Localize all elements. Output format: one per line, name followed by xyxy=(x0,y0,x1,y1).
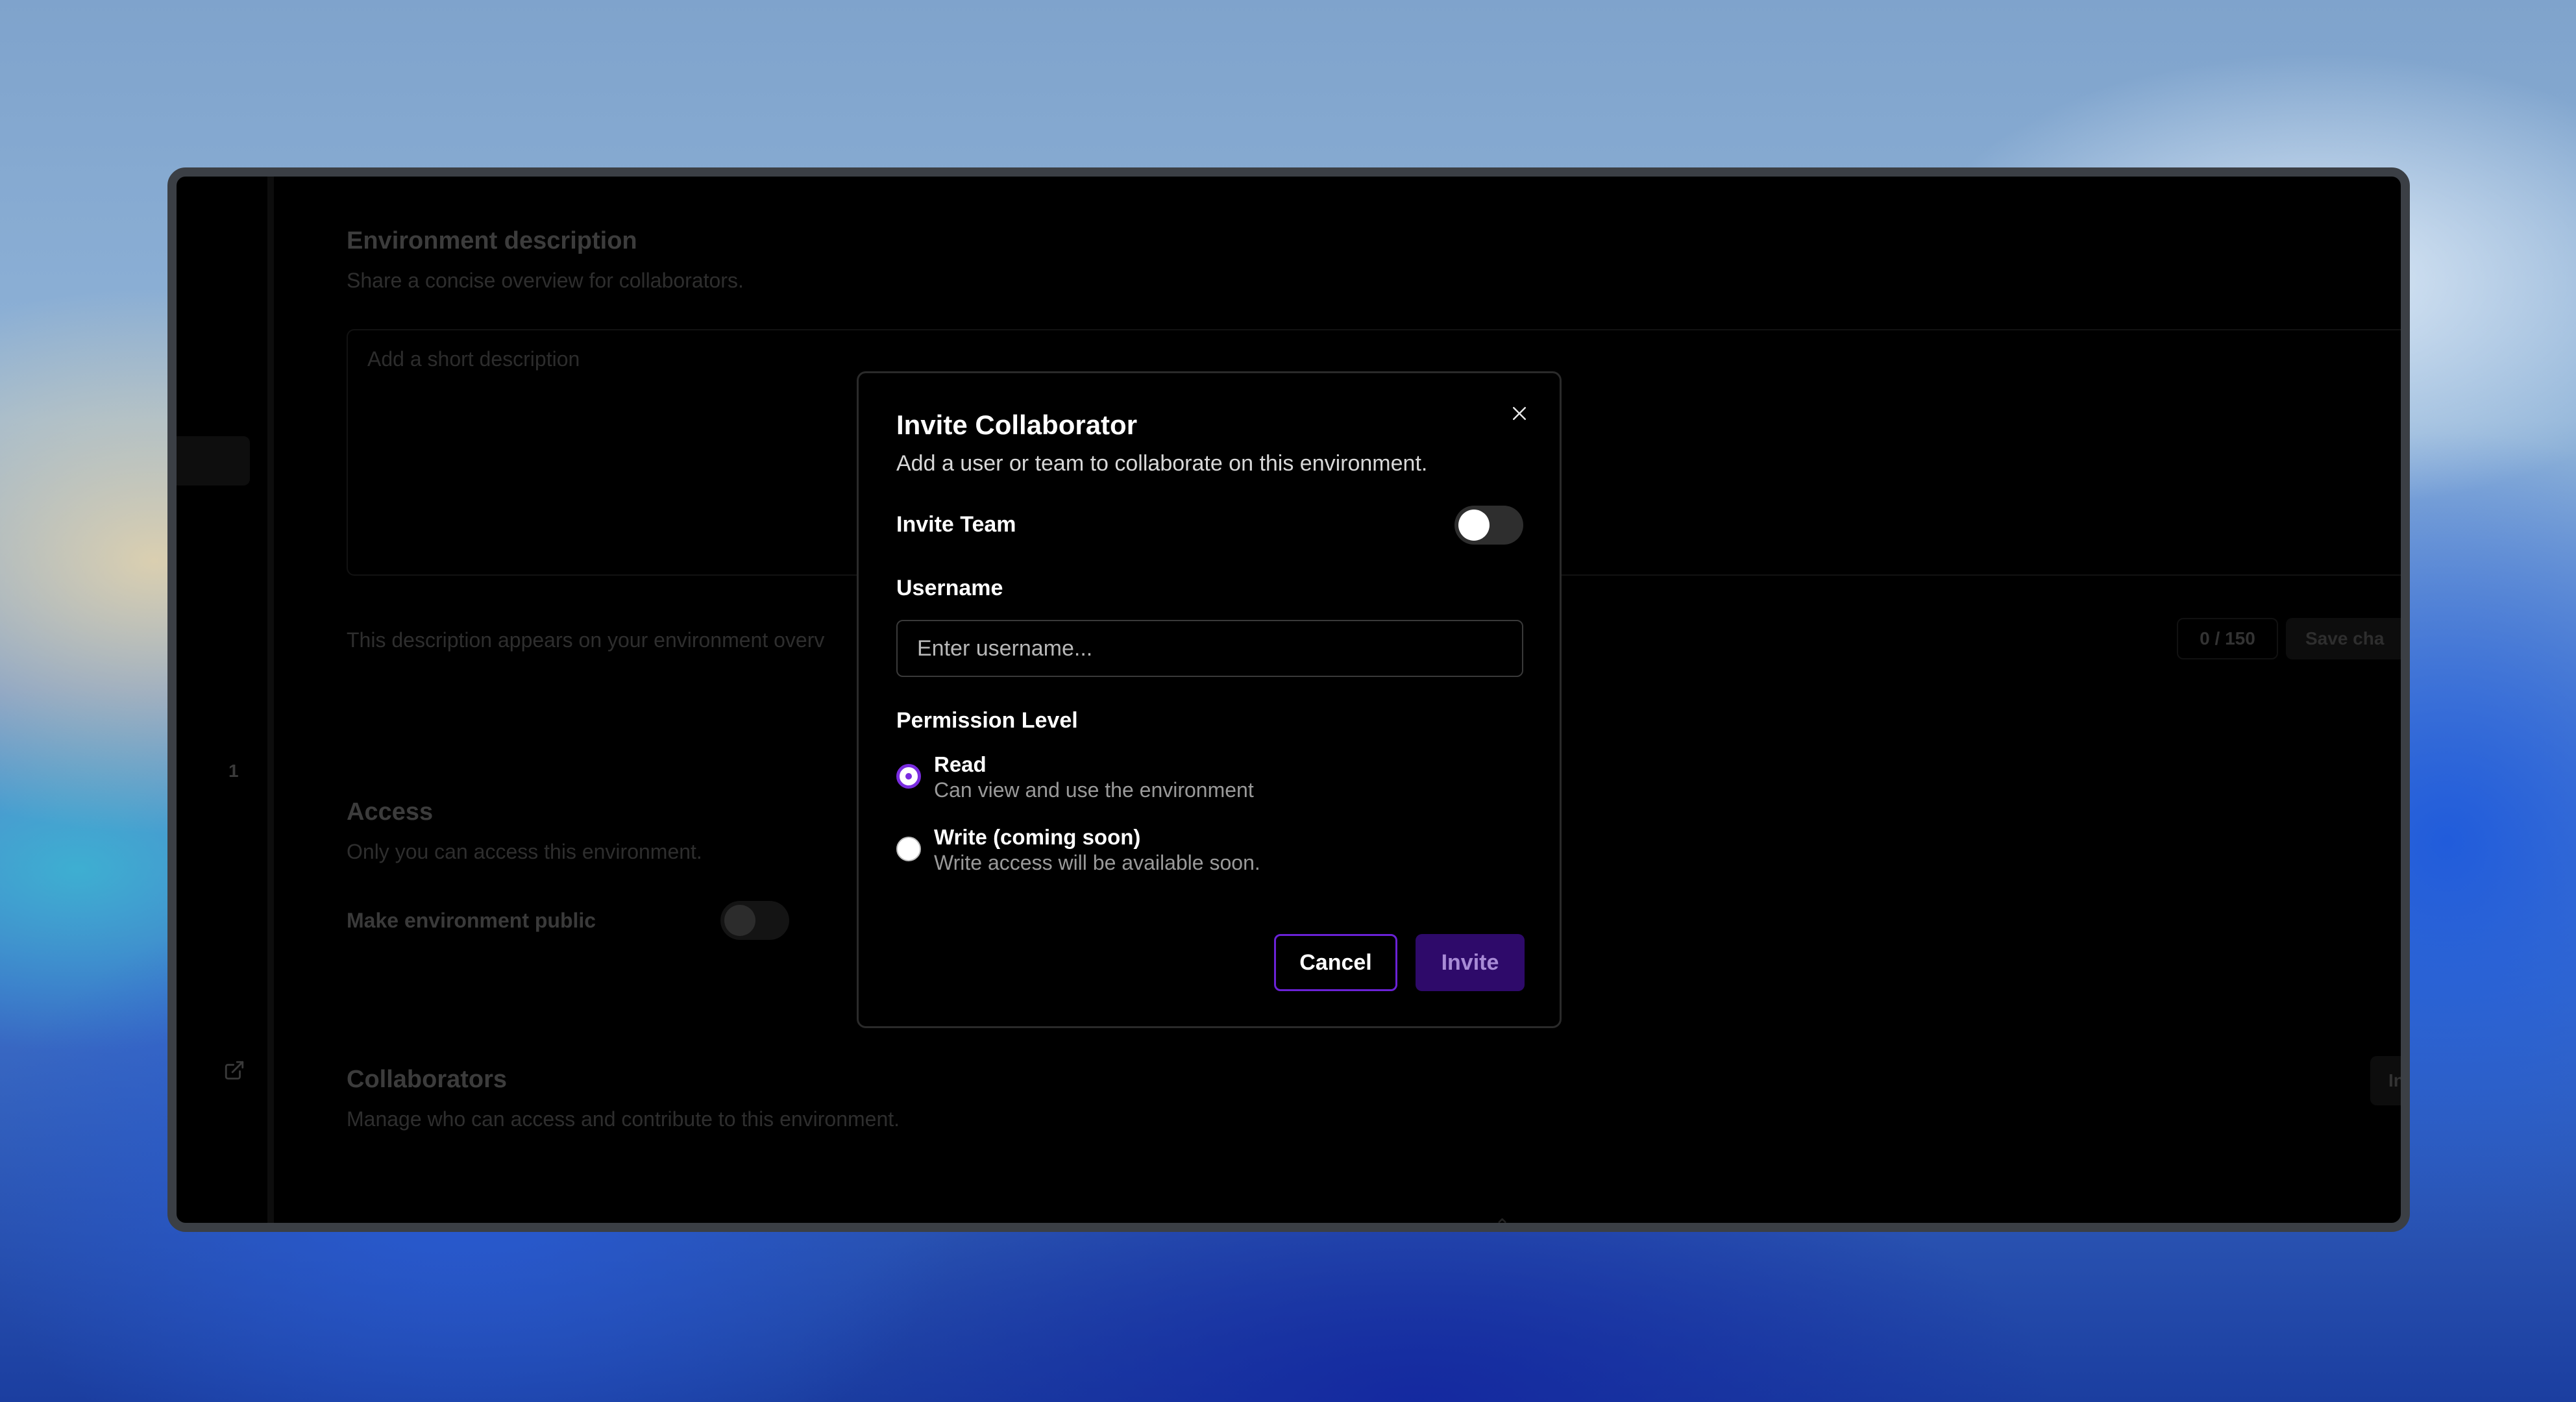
permission-option-write[interactable]: Write (coming soon) Write access will be… xyxy=(896,825,1519,879)
invite-team-label: Invite Team xyxy=(896,512,1016,537)
username-label: Username xyxy=(896,576,1003,600)
permission-option-title: Write (coming soon) xyxy=(934,825,1141,849)
sidebar-rail: 1 xyxy=(177,177,274,1223)
close-icon[interactable] xyxy=(1505,399,1534,428)
username-input[interactable] xyxy=(896,620,1523,677)
make-public-toggle[interactable] xyxy=(720,901,789,940)
radio-write[interactable] xyxy=(896,837,921,861)
toggle-knob xyxy=(724,905,755,936)
invite-button[interactable]: Invite xyxy=(1416,934,1525,991)
invite-team-toggle[interactable] xyxy=(1454,506,1523,545)
sidebar-count: 1 xyxy=(228,761,239,781)
invite-collaborator-modal: Invite Collaborator Add a user or team t… xyxy=(857,371,1562,1028)
save-changes-button[interactable]: Save cha xyxy=(2286,618,2401,659)
chevron-up-icon[interactable]: ⌃ xyxy=(1494,1215,1510,1223)
permission-option-title: Read xyxy=(934,752,987,776)
description-section-title: Environment description xyxy=(347,227,637,254)
permission-option-read[interactable]: Read Can view and use the environment xyxy=(896,752,1519,807)
description-helper-text: This description appears on your environ… xyxy=(347,628,825,652)
cancel-button[interactable]: Cancel xyxy=(1274,934,1397,991)
permission-level-label: Permission Level xyxy=(896,708,1078,733)
modal-subtitle: Add a user or team to collaborate on thi… xyxy=(896,451,1428,476)
toggle-knob xyxy=(1458,510,1490,541)
character-counter: 0 / 150 xyxy=(2177,618,2278,659)
description-section-subtitle: Share a concise overview for collaborato… xyxy=(347,269,744,292)
modal-title: Invite Collaborator xyxy=(896,410,1138,440)
sidebar-active-item[interactable] xyxy=(177,436,250,486)
make-public-label: Make environment public xyxy=(347,909,596,932)
invite-collaborator-button[interactable]: Invite collabor xyxy=(2370,1056,2401,1105)
access-section-subtitle: Only you can access this environment. xyxy=(347,840,702,863)
collaborators-section-subtitle: Manage who can access and contribute to … xyxy=(347,1107,900,1131)
external-link-icon[interactable] xyxy=(223,1059,245,1081)
collaborators-section-title: Collaborators xyxy=(347,1066,508,1093)
access-section-title: Access xyxy=(347,798,434,826)
radio-read[interactable] xyxy=(896,764,921,789)
permission-option-description: Write access will be available soon. xyxy=(934,851,1260,874)
permission-option-description: Can view and use the environment xyxy=(934,778,1254,802)
